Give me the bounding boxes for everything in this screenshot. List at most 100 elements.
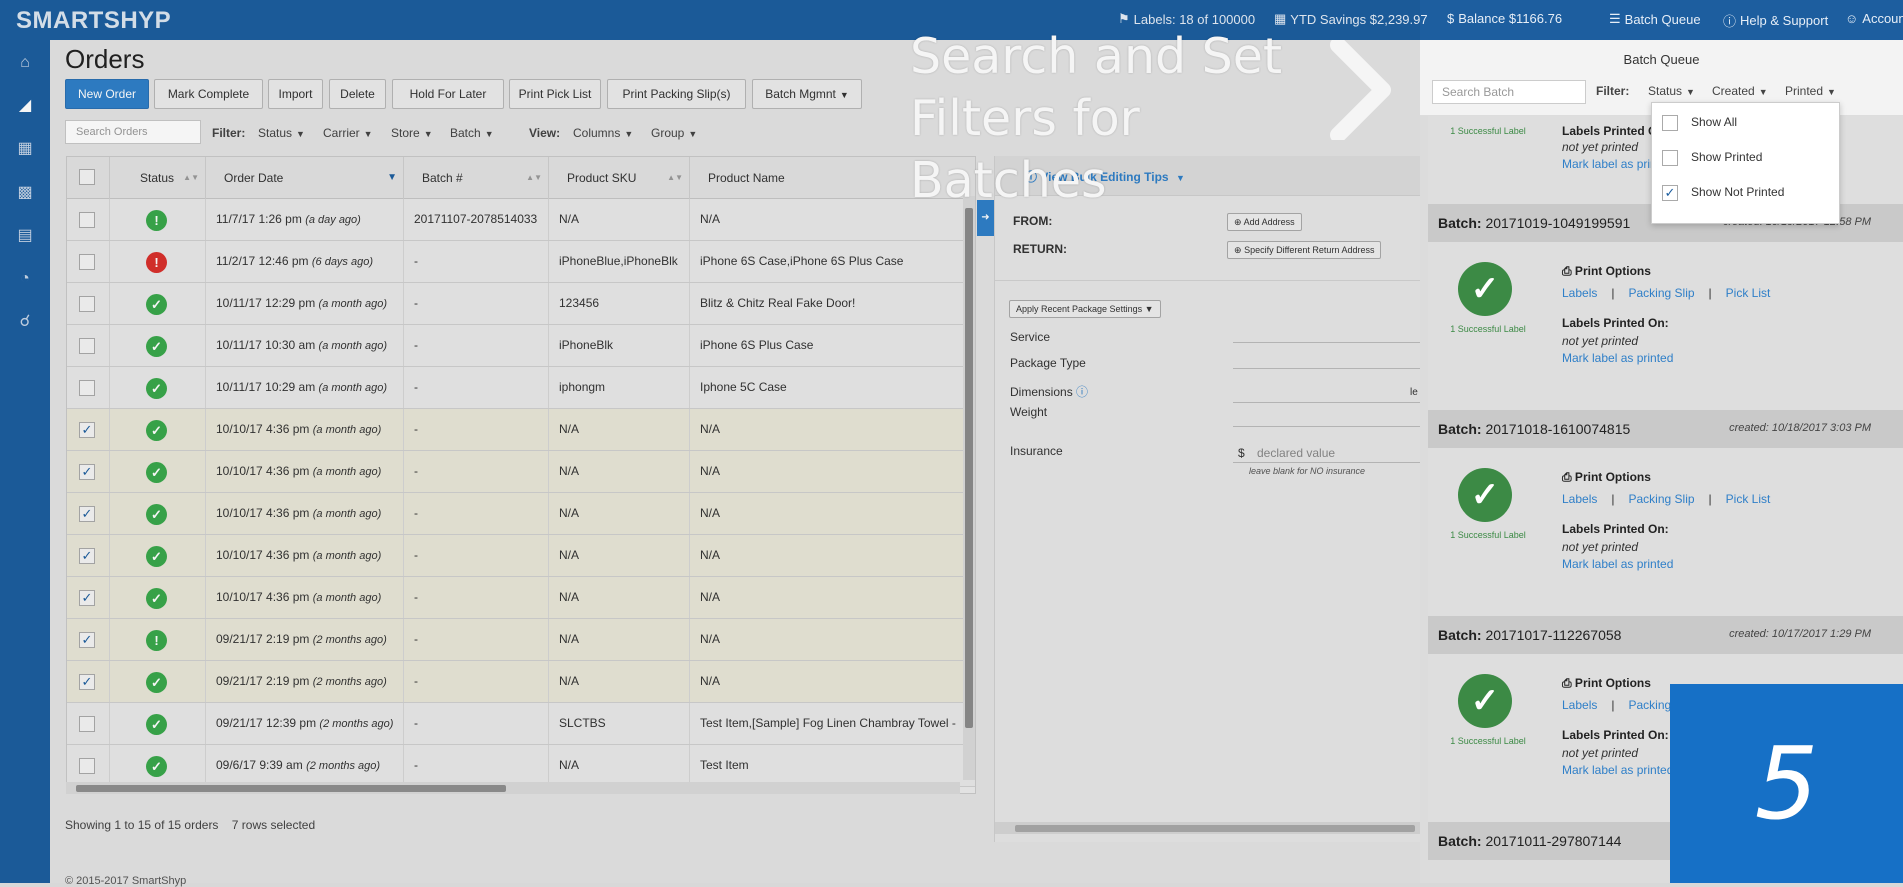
grid-header: Status ▲▼ Order Date ▼ Batch # ▲▼ Product S… <box>67 157 975 199</box>
mark-printed-link[interactable]: Mark label as printed <box>1562 351 1673 365</box>
filter-option[interactable]: Show All <box>1662 112 1737 132</box>
row-checkbox[interactable] <box>79 758 95 774</box>
column-product-sku[interactable]: Product SKU ▲▼ <box>549 157 690 199</box>
cart-icon[interactable]: ☌ <box>14 311 36 333</box>
column-status[interactable]: Status ▲▼ <box>110 157 206 199</box>
print-packing-slip-button[interactable]: Print Packing Slip(s) <box>607 79 746 109</box>
delete-button[interactable]: Delete <box>329 79 386 109</box>
group-dropdown[interactable]: Group ▼ <box>651 126 697 140</box>
new-order-button[interactable]: New Order <box>65 79 149 109</box>
specify-return-address-button[interactable]: ⊕ Specify Different Return Address <box>1227 241 1382 259</box>
grid-vertical-scrollbar[interactable] <box>963 196 975 780</box>
home-icon[interactable]: ⌂ <box>14 52 36 74</box>
table-row[interactable]: ✓ ✓ 10/10/17 4:36 pm (a month ago) - N/A N/A <box>67 493 975 535</box>
truck-icon[interactable]: ▩ <box>14 182 36 204</box>
option-checkbox[interactable] <box>1662 114 1678 131</box>
table-row[interactable]: ✓ 10/11/17 12:29 pm (a month ago) -123456 B… <box>67 283 975 325</box>
packing-slip-link[interactable]: Packing Slip <box>1629 286 1695 300</box>
select-all-checkbox[interactable] <box>79 169 95 185</box>
search-orders-input[interactable]: Search Orders <box>65 120 201 144</box>
logo[interactable]: S SMARTSHYP <box>16 7 176 142</box>
batch-status-dropdown[interactable]: Status ▼ <box>1648 84 1695 98</box>
store-filter-dropdown[interactable]: Store ▼ <box>391 126 433 140</box>
add-address-button[interactable]: ⊕ Add Address <box>1227 213 1302 231</box>
batch-printed-dropdown[interactable]: Printed ▼ <box>1785 84 1836 98</box>
calendar-icon[interactable]: ▦ <box>14 138 36 160</box>
scrollbar-thumb[interactable] <box>965 208 973 728</box>
row-checkbox[interactable]: ✓ <box>79 422 95 438</box>
service-field[interactable] <box>1233 342 1421 343</box>
table-row[interactable]: ✓ ✓ 09/21/17 2:19 pm (2 months ago) - N/A N/A <box>67 661 975 703</box>
search-batch-input[interactable]: Search Batch <box>1432 80 1586 104</box>
batch-created-dropdown[interactable]: Created ▼ <box>1712 84 1768 98</box>
import-button[interactable]: Import <box>268 79 323 109</box>
table-row[interactable]: ! 11/7/17 1:26 pm (a day ago) 20171107-207… <box>67 199 975 241</box>
table-row[interactable]: ✓ 09/21/17 12:39 pm (2 months ago) - SLCTBS… <box>67 703 975 745</box>
scrollbar-thumb[interactable] <box>1015 825 1415 832</box>
mark-printed-link[interactable]: Mark label as printed <box>1562 763 1673 777</box>
labels-link[interactable]: Labels <box>1562 492 1597 506</box>
table-row[interactable]: ✓ ✓ 10/10/17 4:36 pm (a month ago) - N/A N/A <box>67 451 975 493</box>
scrollbar-thumb[interactable] <box>76 785 506 792</box>
row-checkbox[interactable] <box>79 338 95 354</box>
row-checkbox[interactable]: ✓ <box>79 548 95 564</box>
table-row[interactable]: ✓ 09/6/17 9:39 am (2 months ago) - N/A Test … <box>67 745 975 787</box>
pick-list-link[interactable]: Pick List <box>1726 286 1771 300</box>
table-row[interactable]: ✓ ✓ 10/10/17 4:36 pm (a month ago) - N/A N/A <box>67 577 975 619</box>
row-checkbox[interactable] <box>79 296 95 312</box>
declared-value-input[interactable]: declared value <box>1257 446 1335 460</box>
package-type-field[interactable] <box>1233 368 1421 369</box>
filter-option[interactable]: ✓ Show Not Printed <box>1662 182 1784 202</box>
row-checkbox[interactable] <box>79 380 95 396</box>
batch-filter-dropdown[interactable]: Batch ▼ <box>450 126 494 140</box>
filter-option[interactable]: Show Printed <box>1662 147 1762 167</box>
product-name-cell: iPhone 6S Plus Case <box>700 338 814 352</box>
row-checkbox[interactable] <box>79 716 95 732</box>
grid-horizontal-scrollbar[interactable] <box>66 782 960 794</box>
row-select-cell: ✓ <box>67 409 110 450</box>
help-link[interactable]: ⓘ Help & Support <box>1723 11 1828 30</box>
labels-link[interactable]: Labels <box>1562 286 1597 300</box>
row-checkbox[interactable]: ✓ <box>79 506 95 522</box>
option-checkbox[interactable] <box>1662 149 1678 166</box>
contacts-icon[interactable]: ▤ <box>14 225 36 247</box>
table-row[interactable]: ✓! 09/21/17 2:19 pm (2 months ago) - N/A N/A <box>67 619 975 661</box>
row-checkbox[interactable]: ✓ <box>79 632 95 648</box>
dimensions-field[interactable] <box>1233 402 1421 403</box>
pie-chart-icon[interactable]: ◔ <box>14 268 36 290</box>
column-batch[interactable]: Batch # ▲▼ <box>404 157 549 199</box>
carrier-filter-dropdown[interactable]: Carrier ▼ <box>323 126 373 140</box>
caret-down-icon: ▼ <box>1758 87 1768 97</box>
mark-complete-button[interactable]: Mark Complete <box>154 79 263 109</box>
basket-icon[interactable]: ◢ <box>14 95 36 117</box>
status-cell: ✓ <box>110 409 206 450</box>
row-checkbox[interactable] <box>79 212 95 228</box>
row-checkbox[interactable]: ✓ <box>79 590 95 606</box>
option-checkbox[interactable]: ✓ <box>1662 184 1678 201</box>
table-row[interactable]: ! 11/2/17 12:46 pm (6 days ago) - iPhoneBlu… <box>67 241 975 283</box>
batch-queue-link[interactable]: ☰ Batch Queue <box>1609 11 1701 27</box>
row-checkbox[interactable]: ✓ <box>79 464 95 480</box>
table-row[interactable]: ✓ ✓ 10/10/17 4:36 pm (a month ago) - N/A N/A <box>67 409 975 451</box>
packing-slip-link[interactable]: Packing Slip <box>1629 492 1695 506</box>
status-filter-dropdown[interactable]: Status ▼ <box>258 126 305 140</box>
labels-link[interactable]: Labels <box>1562 698 1597 712</box>
mark-printed-link[interactable]: Mark label as printed <box>1562 557 1673 571</box>
status-cell: ✓ <box>110 283 206 324</box>
table-row[interactable]: ✓ 10/11/17 10:30 am (a month ago) - iPhoneB… <box>67 325 975 367</box>
pick-list-link[interactable]: Pick List <box>1726 492 1771 506</box>
editor-horizontal-scrollbar[interactable] <box>995 822 1421 834</box>
row-checkbox[interactable]: ✓ <box>79 674 95 690</box>
weight-field[interactable] <box>1233 426 1421 427</box>
print-pick-list-button[interactable]: Print Pick List <box>509 79 601 109</box>
table-row[interactable]: ✓ ✓ 10/10/17 4:36 pm (a month ago) - N/A N/A <box>67 535 975 577</box>
table-row[interactable]: ✓ 10/11/17 10:29 am (a month ago) - iphongm… <box>67 367 975 409</box>
order-date: 10/10/17 4:36 pm <box>216 590 313 604</box>
columns-dropdown[interactable]: Columns ▼ <box>573 126 633 140</box>
apply-recent-package-button[interactable]: Apply Recent Package Settings ▼ <box>1009 300 1161 318</box>
hold-for-later-button[interactable]: Hold For Later <box>392 79 504 109</box>
account-link[interactable]: ☺Account <box>1845 11 1903 26</box>
column-order-date[interactable]: Order Date ▼ <box>206 157 404 199</box>
batch-management-button[interactable]: Batch Mgmnt ▼ <box>752 79 862 109</box>
row-checkbox[interactable] <box>79 254 95 270</box>
